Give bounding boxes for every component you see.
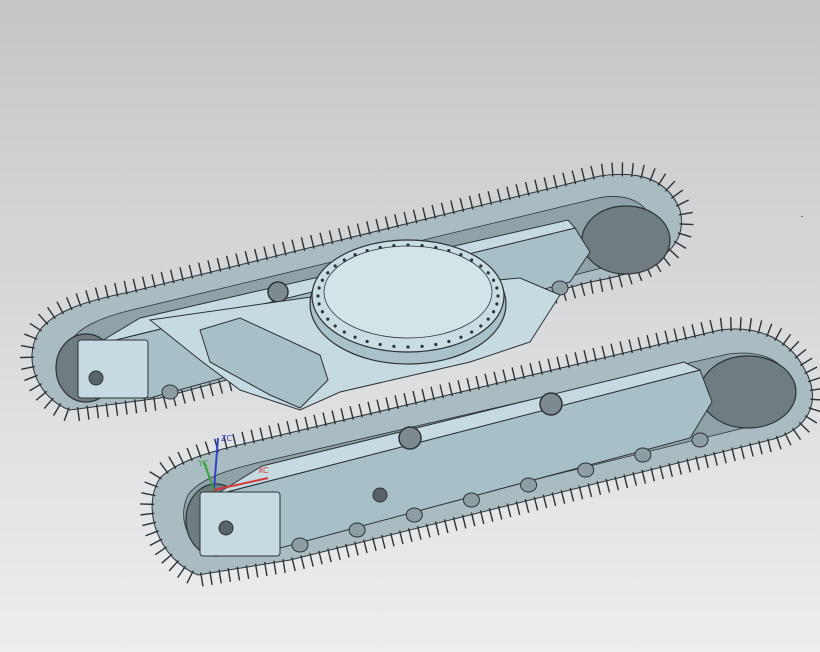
- front-carrier-roller: [398, 426, 422, 450]
- front-sprocket-wheel: [699, 355, 797, 429]
- bearing-bolt: [496, 294, 500, 298]
- bearing-bolt: [434, 342, 438, 347]
- bearing-bolt: [447, 248, 451, 253]
- bearing-bolt: [470, 258, 474, 262]
- rear-end-block-hole: [88, 370, 104, 386]
- y-axis-label: YC: [197, 459, 208, 468]
- track-grouser: [739, 317, 742, 332]
- bearing-bolt: [495, 302, 499, 306]
- bearing-bolt: [342, 258, 346, 262]
- track-roller: [348, 522, 366, 538]
- stray-pixel-marker: [801, 216, 803, 217]
- bearing-bolt: [491, 278, 496, 282]
- bearing-bolt: [317, 302, 321, 306]
- bearing-bolt: [459, 335, 463, 339]
- bearing-bolt: [333, 264, 337, 268]
- bearing-bolt: [420, 244, 424, 248]
- track-grouser: [729, 317, 732, 332]
- x-axis-label: XC: [258, 466, 269, 475]
- track-roller: [462, 492, 480, 508]
- bearing-bolt: [326, 317, 330, 321]
- bearing-bolt: [420, 344, 424, 348]
- bearing-bolt: [470, 330, 474, 334]
- bearing-bolt: [392, 344, 396, 348]
- bearing-bolt: [406, 243, 410, 247]
- rear-carrier-roller: [267, 281, 289, 303]
- bearing-bolt: [406, 345, 410, 349]
- bearing-bolt: [365, 339, 369, 344]
- bearing-bolt: [392, 244, 396, 248]
- bearing-bolt: [479, 324, 483, 328]
- bearing-bolt: [320, 278, 325, 282]
- bearing-bolt: [317, 286, 321, 290]
- bearing-bolt: [486, 317, 490, 321]
- bearing-bolt: [333, 324, 337, 328]
- track-roller: [691, 432, 709, 448]
- front-end-block-hole: [218, 520, 234, 536]
- bearing-bolt: [353, 253, 357, 257]
- rear-sprocket-wheel: [581, 205, 671, 275]
- track-roller: [161, 384, 179, 400]
- bearing-bolt: [378, 245, 382, 250]
- front-carrier-roller: [539, 392, 563, 416]
- bearing-bolt: [365, 248, 369, 253]
- z-axis-label: ZC: [221, 434, 232, 443]
- track-roller: [405, 507, 423, 523]
- bearing-bolt: [326, 271, 330, 275]
- rear-end-block: [77, 339, 149, 399]
- bearing-bolt: [447, 339, 451, 344]
- bearing-bolt: [491, 310, 496, 314]
- track-roller: [634, 447, 652, 463]
- track-grouser: [611, 162, 614, 177]
- crawler-undercarriage-model[interactable]: ZC YC XC: [0, 0, 820, 652]
- front-end-block: [199, 491, 281, 557]
- track-grouser: [679, 223, 694, 226]
- bearing-bolt: [434, 245, 438, 250]
- front-frame-boss: [372, 487, 388, 503]
- track-roller: [291, 537, 309, 553]
- track-roller: [520, 477, 538, 493]
- bearing-bolt: [353, 335, 357, 339]
- graphics-viewport[interactable]: ZC YC XC: [0, 0, 820, 652]
- bearing-bolt: [459, 253, 463, 257]
- swing-bearing-face: [323, 245, 493, 339]
- bearing-bolt: [320, 310, 325, 314]
- bearing-bolt: [495, 286, 499, 290]
- bearing-bolt: [479, 264, 483, 268]
- bearing-bolt: [378, 342, 382, 347]
- track-roller: [577, 462, 595, 478]
- bearing-bolt: [486, 271, 490, 275]
- bearing-bolt: [316, 294, 320, 298]
- bearing-bolt: [342, 330, 346, 334]
